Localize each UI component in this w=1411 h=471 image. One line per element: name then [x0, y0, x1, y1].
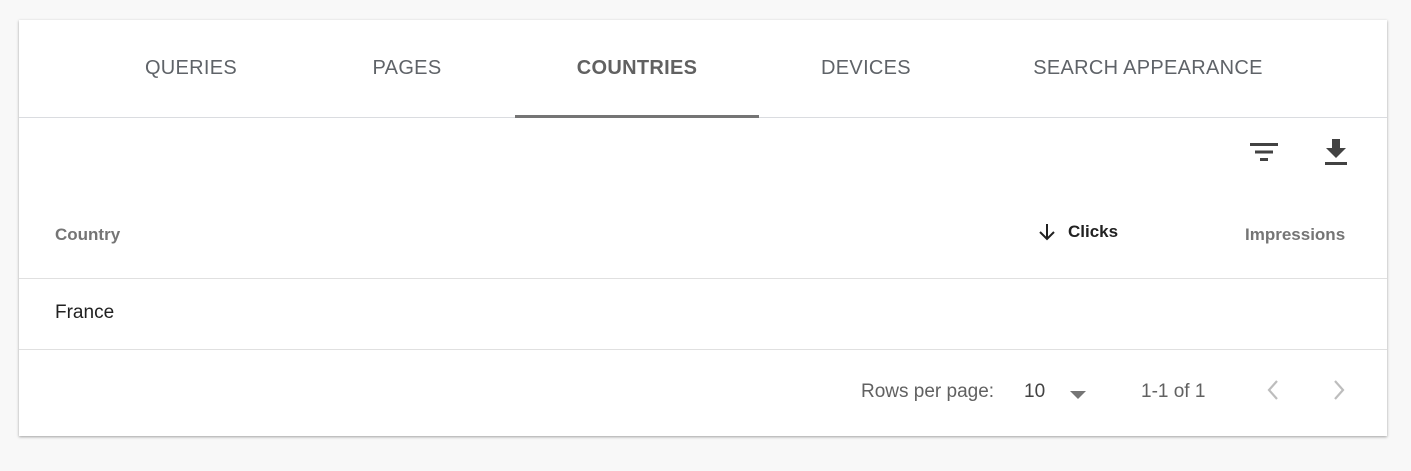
rows-per-page-select[interactable]: 10: [1019, 375, 1095, 409]
tab-countries[interactable]: COUNTRIES: [515, 20, 759, 118]
column-header-country: Country: [55, 225, 121, 244]
tab-search-appearance[interactable]: SEARCH APPEARANCE: [1019, 20, 1277, 117]
filter-icon: [1250, 143, 1278, 161]
arrow-down-icon: [1039, 224, 1055, 241]
chevron-left-icon: [1267, 380, 1278, 400]
next-page-button[interactable]: [1321, 372, 1357, 408]
pagination-range: 1-1 of 1: [1141, 381, 1206, 402]
tab-devices[interactable]: DEVICES: [796, 20, 936, 117]
dropdown-caret-icon: [1070, 391, 1086, 399]
dimension-tabs: QUERIES PAGES COUNTRIES DEVICES SEARCH A…: [19, 20, 1387, 118]
download-icon: [1325, 139, 1347, 165]
column-header-impressions[interactable]: Impressions: [1245, 225, 1345, 245]
table-row-country-cell: France: [55, 302, 115, 323]
rows-per-page-value: 10: [1024, 381, 1046, 402]
tab-pages[interactable]: PAGES: [337, 20, 477, 117]
rows-per-page-label: Rows per page:: [861, 381, 995, 402]
tab-queries[interactable]: QUERIES: [121, 20, 261, 117]
performance-table-card: QUERIES PAGES COUNTRIES DEVICES SEARCH A…: [19, 20, 1387, 436]
download-button[interactable]: [1316, 132, 1356, 172]
header-divider: [19, 278, 1387, 279]
row-divider: [19, 349, 1387, 350]
previous-page-button[interactable]: [1255, 372, 1291, 408]
filter-button[interactable]: [1244, 132, 1284, 172]
column-header-clicks[interactable]: Clicks: [1038, 222, 1118, 242]
chevron-right-icon: [1334, 380, 1345, 400]
clicks-label: Clicks: [1068, 222, 1119, 241]
